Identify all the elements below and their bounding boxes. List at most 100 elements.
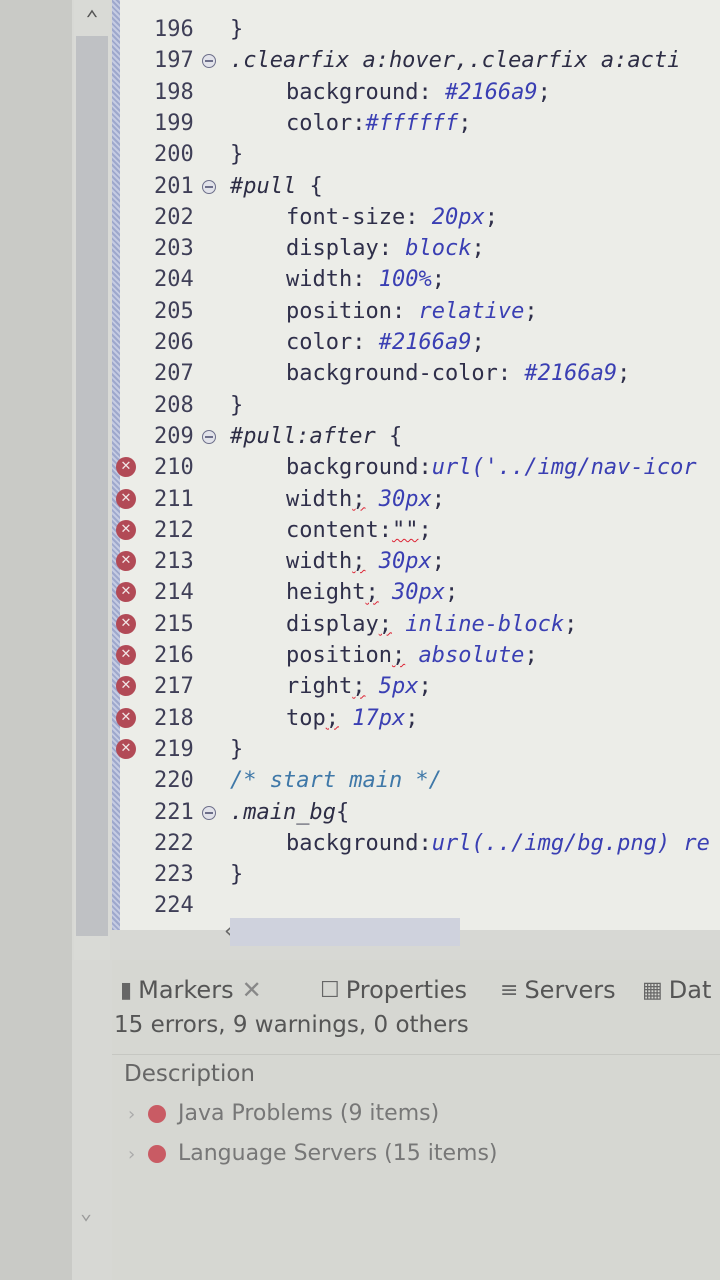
code-line[interactable]: ✕ 210 background:url('../img/nav-icor (112, 452, 720, 483)
line-number: 212 (154, 517, 194, 543)
tab-servers[interactable]: ≡ Servers (500, 970, 616, 1010)
panel-tabs: ▮ Markers ✕ ☐ Properties ≡ Servers ▦ Dat (112, 960, 720, 1016)
code-text: top; 17px; (286, 705, 419, 731)
code-text: color:#ffffff; (286, 110, 472, 136)
error-marker-icon[interactable]: ✕ (116, 519, 136, 540)
code-line[interactable]: 222 background:url(../img/bg.png) re (112, 828, 720, 859)
code-line[interactable]: 223} (112, 859, 720, 890)
code-line[interactable]: 201 #pull { (112, 171, 720, 202)
code-line[interactable]: ✕ 216 position; absolute; (112, 640, 720, 671)
marker-summary: 15 errors, 9 warnings, 0 others (114, 1012, 469, 1038)
line-number: 206 (154, 330, 194, 355)
line-number: 220 (154, 768, 194, 794)
error-marker-icon[interactable]: ✕ (116, 582, 136, 603)
code-text: width; 30px; (286, 486, 445, 512)
code-text: } (230, 17, 244, 42)
code-line[interactable]: 197 .clearfix a:hover,.clearfix a:acti (112, 45, 720, 76)
line-number: 224 (154, 893, 194, 919)
markers-icon: ▮ (120, 978, 133, 1003)
code-text: .clearfix a:hover,.clearfix a:acti (230, 48, 681, 74)
code-line[interactable]: 200} (112, 139, 720, 170)
code-text: width: 100%; (286, 267, 445, 293)
code-editor[interactable]: 196} 197 .clearfix a:hover,.clearfix a:act… (112, 0, 720, 930)
code-line[interactable]: ✕ 211 width; 30px; (112, 484, 720, 515)
tab-data-source[interactable]: ▦ Dat (642, 970, 711, 1010)
code-line[interactable]: 209 #pull:after { (112, 421, 720, 452)
code-text: background:url('../img/nav-icor (286, 455, 697, 481)
code-line[interactable]: 208} (112, 390, 720, 421)
code-text: color: #2166a9; (286, 330, 485, 355)
line-number: 217 (154, 674, 194, 700)
code-line[interactable]: ✕ 219} (112, 734, 720, 765)
code-line[interactable]: 196} (112, 14, 720, 45)
error-marker-icon[interactable]: ✕ (116, 676, 136, 697)
code-line[interactable]: 203 display: block; (112, 233, 720, 264)
code-text: display; inline-block; (286, 611, 578, 637)
expand-icon[interactable]: › (128, 1137, 148, 1173)
line-number: 222 (154, 830, 194, 856)
code-line[interactable]: 199 color:#ffffff; (112, 108, 720, 139)
line-number: 207 (154, 361, 194, 387)
description-column-header[interactable]: Description (112, 1054, 720, 1095)
data-source-icon: ▦ (642, 978, 663, 1003)
line-number: 223 (154, 862, 194, 888)
code-text: .main_bg{ (230, 799, 350, 825)
code-line[interactable]: ✕ 213 width; 30px; (112, 546, 720, 577)
tree-item-java-problems[interactable]: › Java Problems (9 items) (128, 1096, 439, 1132)
fold-toggle-icon[interactable] (202, 805, 216, 820)
error-marker-icon[interactable]: ✕ (116, 707, 136, 728)
fold-toggle-icon[interactable] (202, 179, 216, 194)
code-line[interactable]: ✕ 217 right; 5px; (112, 671, 720, 702)
code-text: } (230, 392, 244, 418)
code-text: position; absolute; (286, 643, 538, 668)
tab-properties[interactable]: ☐ Properties (320, 970, 467, 1010)
line-number: 208 (154, 392, 194, 418)
line-number: 210 (154, 455, 194, 481)
code-line[interactable]: 202 font-size: 20px; (112, 202, 720, 233)
code-text: /* start main */ (230, 768, 442, 794)
error-icon (148, 1145, 166, 1163)
tab-markers[interactable]: ▮ Markers ✕ (120, 970, 262, 1010)
code-text: } (230, 142, 244, 168)
code-line[interactable]: 206 color: #2166a9; (112, 327, 720, 358)
horizontal-scrollbar-thumb[interactable] (230, 918, 460, 946)
error-marker-icon[interactable]: ✕ (116, 645, 136, 665)
code-line[interactable]: 224 (112, 890, 720, 921)
scroll-down-arrow-icon[interactable]: ⌄ (72, 1200, 100, 1224)
code-text: content:""; (286, 517, 432, 543)
error-marker-icon[interactable]: ✕ (116, 488, 136, 509)
close-icon[interactable]: ✕ (242, 976, 262, 1004)
line-number: 196 (154, 17, 194, 42)
line-number: 205 (154, 298, 194, 324)
error-marker-icon[interactable]: ✕ (116, 457, 136, 478)
code-line[interactable]: 204 width: 100%; (112, 264, 720, 295)
code-text: background:url(../img/bg.png) re (286, 830, 710, 856)
servers-icon: ≡ (500, 978, 519, 1003)
fold-toggle-icon[interactable] (202, 429, 216, 444)
line-number: 215 (154, 611, 194, 637)
code-line[interactable]: 207 background-color: #2166a9; (112, 358, 720, 389)
line-number: 211 (154, 486, 194, 512)
outline-scrollbar-thumb[interactable] (76, 36, 108, 936)
code-text: } (230, 736, 244, 762)
code-line[interactable]: ✕ 212 content:""; (112, 515, 720, 546)
error-marker-icon[interactable]: ✕ (116, 551, 136, 572)
code-line[interactable]: ✕ 218 top; 17px; (112, 703, 720, 734)
code-line[interactable]: ✕ 214 height; 30px; (112, 577, 720, 608)
code-line[interactable]: ✕ 215 display; inline-block; (112, 609, 720, 640)
line-number: 216 (154, 643, 194, 668)
code-line[interactable]: 220 /* start main */ (112, 765, 720, 796)
line-number: 202 (154, 204, 194, 230)
line-number: 199 (154, 110, 194, 136)
fold-toggle-icon[interactable] (202, 54, 216, 69)
code-line[interactable]: 205 position: relative; (112, 296, 720, 327)
tree-item-language-servers[interactable]: › Language Servers (15 items) (128, 1136, 497, 1172)
scroll-up-arrow-icon[interactable]: ⌃ (78, 8, 106, 32)
expand-icon[interactable]: › (128, 1097, 148, 1133)
code-line[interactable]: 198 background: #2166a9; (112, 77, 720, 108)
code-text: } (230, 862, 244, 888)
error-marker-icon[interactable]: ✕ (116, 613, 136, 634)
code-text: position: relative; (286, 298, 538, 324)
error-marker-icon[interactable]: ✕ (116, 738, 136, 759)
code-line[interactable]: 221 .main_bg{ (112, 797, 720, 828)
